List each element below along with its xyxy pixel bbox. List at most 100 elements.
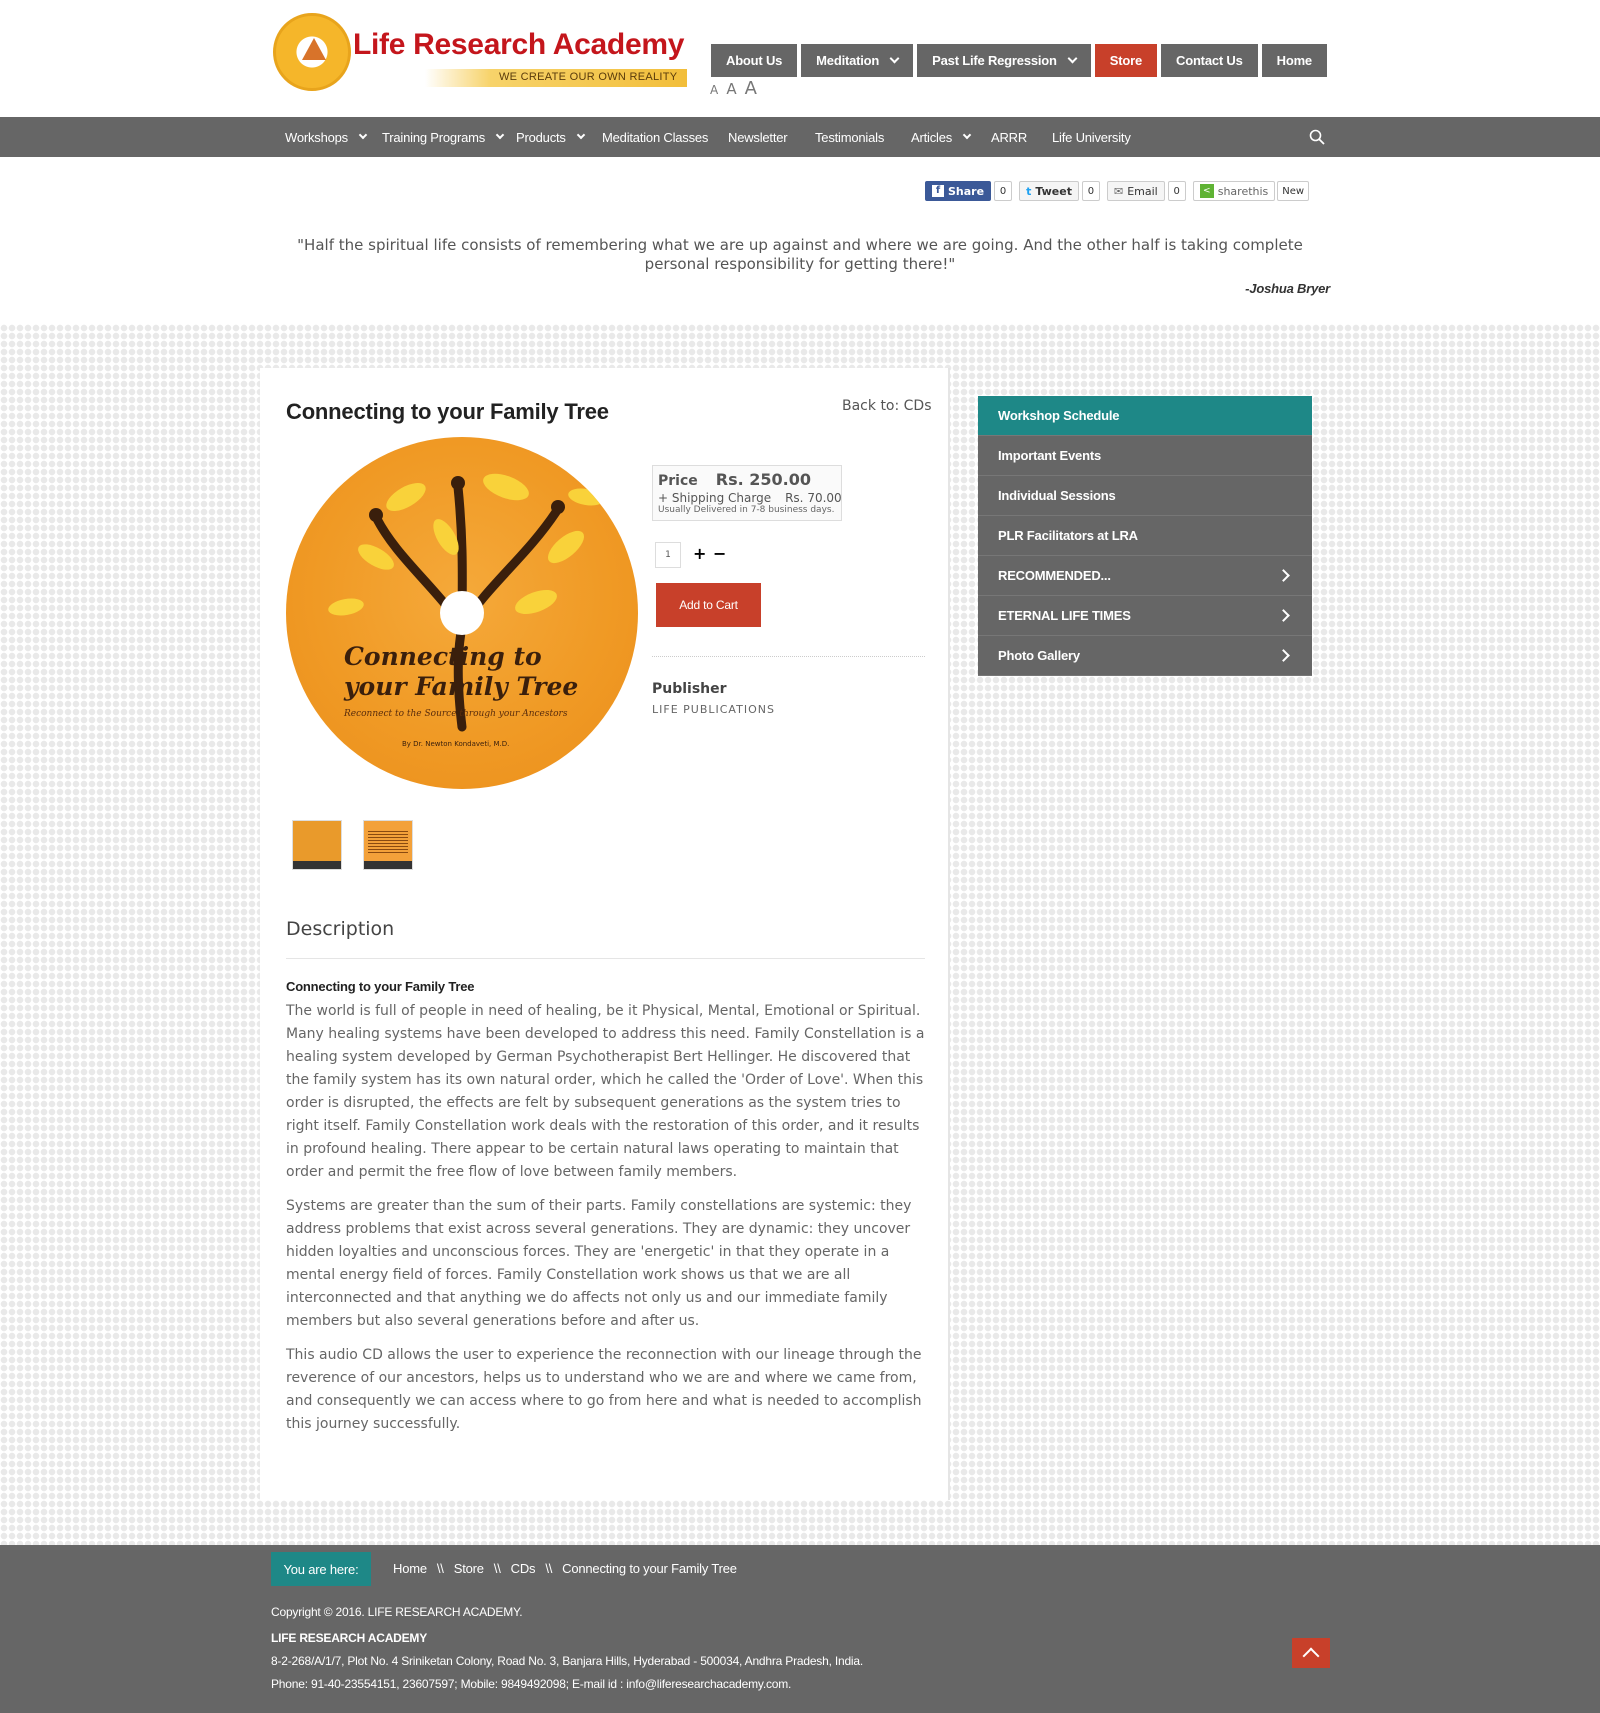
breadcrumb-home[interactable]: Home — [393, 1561, 427, 1576]
breadcrumb-cds[interactable]: CDs — [511, 1561, 536, 1576]
chevron-right-icon — [1277, 649, 1290, 662]
sidebar-item-important-events[interactable]: Important Events — [978, 436, 1312, 476]
description-body: The world is full of people in need of h… — [286, 1000, 928, 1447]
main-nav-label: ARRR — [991, 129, 1028, 145]
chevron-right-icon — [1277, 569, 1290, 582]
quantity-increase-button[interactable]: + — [693, 546, 706, 562]
email-share-count: 0 — [1167, 181, 1186, 201]
add-to-cart-button[interactable]: Add to Cart — [656, 583, 761, 627]
cd-center-hole — [440, 591, 484, 635]
site-header: Life Research Academy WE CREATE OUR OWN … — [0, 0, 1600, 117]
sidebar-menu: Workshop Schedule Important Events Indiv… — [978, 396, 1312, 676]
envelope-icon: ✉ — [1113, 184, 1124, 198]
logo-seal-icon — [273, 13, 351, 91]
main-nav-newsletter[interactable]: Newsletter — [728, 117, 788, 157]
logo-tagline: WE CREATE OUR OWN REALITY — [499, 71, 678, 83]
chevron-down-icon — [576, 130, 585, 140]
quote-author: -Joshua Bryer — [1245, 281, 1330, 296]
sidebar-item-label: Workshop Schedule — [998, 408, 1120, 423]
main-nav-label: Training Programs — [382, 129, 486, 145]
breadcrumb-separator: \\ — [545, 1561, 553, 1576]
sidebar-item-eternal-life-times[interactable]: ETERNAL LIFE TIMES — [978, 596, 1312, 636]
quantity-input[interactable]: 1 — [655, 542, 681, 568]
copyright: Copyright © 2016. LIFE RESEARCH ACADEMY. — [271, 1605, 523, 1619]
main-nav-arrr[interactable]: ARRR — [991, 117, 1027, 157]
breadcrumb-current: Connecting to your Family Tree — [562, 1561, 737, 1576]
top-nav-label: Contact Us — [1176, 53, 1243, 68]
breadcrumb: Home \\ Store \\ CDs \\ Connecting to yo… — [393, 1561, 737, 1576]
main-nav-label: Workshops — [285, 129, 348, 145]
chevron-right-icon — [1277, 609, 1290, 622]
publisher-value: LIFE PUBLICATIONS — [652, 703, 775, 716]
top-nav-past-life-regression[interactable]: Past Life Regression — [917, 44, 1091, 77]
shipping-label: + Shipping Charge — [658, 491, 772, 505]
sidebar-item-recommended[interactable]: RECOMMENDED... — [978, 556, 1312, 596]
font-size-large[interactable]: A — [745, 78, 757, 99]
price-value: Rs. 250.00 — [715, 470, 811, 489]
twitter-tweet-button[interactable]: t Tweet — [1019, 181, 1079, 201]
twitter-tweet-count: 0 — [1081, 181, 1100, 201]
chevron-down-icon — [962, 130, 972, 140]
breadcrumb-separator: \\ — [436, 1561, 444, 1576]
top-nav-home[interactable]: Home — [1261, 44, 1327, 77]
main-nav-training-programs[interactable]: Training Programs — [382, 117, 505, 157]
sharethis-icon: < — [1199, 184, 1214, 198]
top-nav: About Us Meditation Past Life Regression… — [711, 44, 1331, 77]
publisher-label: Publisher — [652, 681, 727, 697]
font-size-small[interactable]: A — [710, 83, 718, 97]
sidebar-item-label: Important Events — [998, 448, 1101, 463]
sidebar-item-plr-facilitators[interactable]: PLR Facilitators at LRA — [978, 516, 1312, 556]
main-nav-products[interactable]: Products — [516, 117, 585, 157]
search-icon[interactable] — [1309, 129, 1325, 145]
top-nav-label: About Us — [726, 53, 783, 68]
top-nav-store[interactable]: Store — [1094, 44, 1158, 77]
scroll-to-top-button[interactable] — [1292, 1638, 1330, 1668]
sidebar-item-individual-sessions[interactable]: Individual Sessions — [978, 476, 1312, 516]
font-size-medium[interactable]: A — [726, 80, 736, 98]
chevron-down-icon — [358, 130, 368, 140]
cd-subtitle: Reconnect to the Source through your Anc… — [344, 709, 568, 719]
divider — [286, 958, 925, 959]
main-nav-testimonials[interactable]: Testimonials — [815, 117, 884, 157]
main-nav-articles[interactable]: Articles — [911, 117, 972, 157]
chevron-down-icon — [1067, 53, 1078, 64]
cd-author: By Dr. Newton Kondaveti, M.D. — [402, 740, 510, 748]
description-paragraph: This audio CD allows the user to experie… — [286, 1347, 922, 1432]
top-nav-label: Home — [1276, 53, 1313, 68]
sidebar-item-label: Photo Gallery — [998, 648, 1080, 663]
back-to-cds-link[interactable]: Back to: CDs — [842, 398, 932, 414]
sidebar-item-photo-gallery[interactable]: Photo Gallery — [978, 636, 1312, 676]
twitter-tweet-label: Tweet — [1035, 184, 1072, 198]
top-nav-meditation[interactable]: Meditation — [801, 44, 914, 77]
email-share-button[interactable]: ✉ Email — [1106, 181, 1165, 201]
top-nav-label: Store — [1109, 53, 1143, 68]
thumbnail-back[interactable] — [363, 820, 413, 870]
product-image[interactable]: Connecting to your Family Tree Reconnect… — [286, 437, 638, 789]
top-nav-about-us[interactable]: About Us — [711, 44, 798, 77]
sharethis-button[interactable]: < sharethis — [1192, 181, 1276, 201]
font-size-switcher: A A A — [710, 78, 760, 99]
sharethis-label: sharethis — [1217, 184, 1269, 198]
sidebar-item-workshop-schedule[interactable]: Workshop Schedule — [978, 396, 1312, 436]
logo[interactable]: Life Research Academy WE CREATE OUR OWN … — [273, 13, 689, 93]
sharethis-new-badge: New — [1277, 181, 1310, 201]
description-paragraph: Systems are greater than the sum of thei… — [286, 1198, 912, 1329]
main-nav-life-university[interactable]: Life University — [1052, 117, 1131, 157]
site-footer: You are here: Home \\ Store \\ CDs \\ Co… — [0, 1545, 1600, 1713]
breadcrumb-store[interactable]: Store — [454, 1561, 484, 1576]
inspirational-quote: "Half the spiritual life consists of rem… — [297, 236, 1303, 273]
top-nav-label: Meditation — [816, 53, 880, 68]
email-share-label: Email — [1127, 184, 1158, 198]
main-nav-workshops[interactable]: Workshops — [285, 117, 368, 157]
facebook-share-button[interactable]: f Share — [925, 181, 992, 201]
thumbnail-front[interactable] — [292, 820, 342, 870]
shipping-value: Rs. 70.00 — [785, 491, 842, 505]
top-nav-contact-us[interactable]: Contact Us — [1161, 44, 1258, 77]
main-nav-label: Products — [516, 129, 566, 145]
main-nav-label: Articles — [911, 129, 953, 145]
product-thumbnails — [292, 820, 434, 870]
footer-org-name: LIFE RESEARCH ACADEMY — [271, 1631, 428, 1645]
facebook-icon: f — [932, 185, 944, 197]
main-nav-meditation-classes[interactable]: Meditation Classes — [602, 117, 708, 157]
quantity-decrease-button[interactable]: − — [713, 546, 726, 562]
